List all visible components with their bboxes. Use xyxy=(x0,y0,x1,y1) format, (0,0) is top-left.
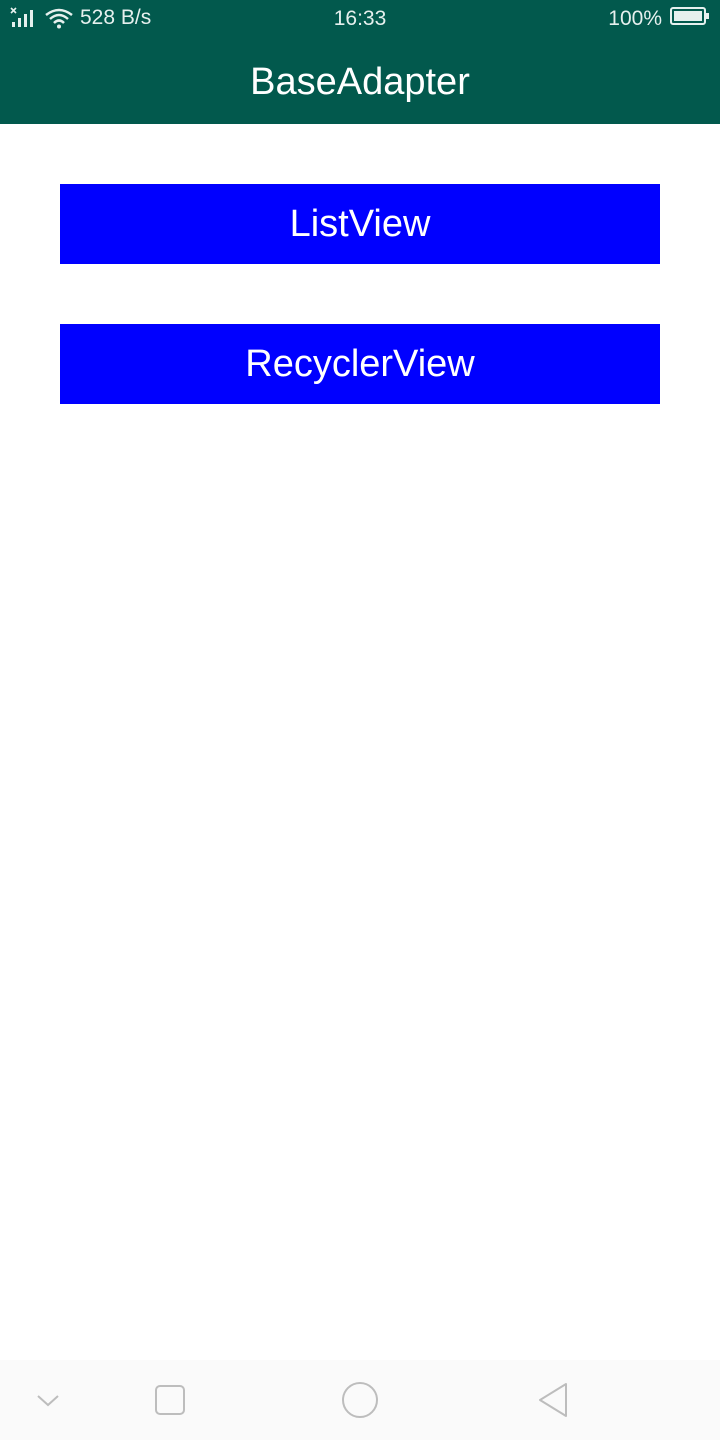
home-circle-icon[interactable] xyxy=(336,1376,384,1424)
recents-square-icon[interactable] xyxy=(146,1376,194,1424)
recyclerview-button[interactable]: RecyclerView xyxy=(60,324,660,404)
page-title: BaseAdapter xyxy=(250,61,470,103)
back-triangle-icon[interactable] xyxy=(530,1376,578,1424)
chevron-down-icon[interactable] xyxy=(24,1376,72,1424)
status-bar: 528 B/s 16:33 100% xyxy=(0,0,720,38)
battery-percent: 100% xyxy=(608,7,662,30)
listview-button[interactable]: ListView xyxy=(60,184,660,264)
app-bar: BaseAdapter xyxy=(0,38,720,124)
navigation-bar xyxy=(0,1360,720,1440)
battery-icon xyxy=(670,6,710,32)
status-right: 100% xyxy=(608,6,710,32)
